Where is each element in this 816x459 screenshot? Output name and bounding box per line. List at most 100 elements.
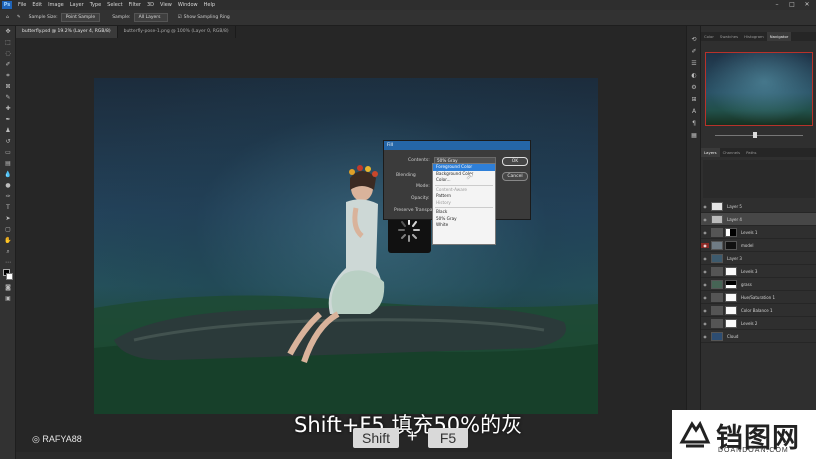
layer-row[interactable]: ◉ Levels 2: [701, 317, 816, 330]
tab-color[interactable]: Color: [701, 32, 717, 41]
menu-select[interactable]: Select: [107, 2, 122, 8]
history-icon[interactable]: ⟲: [687, 34, 701, 46]
eye-icon[interactable]: ◉: [701, 230, 709, 235]
ok-button[interactable]: OK: [502, 157, 528, 166]
sample-dropdown[interactable]: All Layers: [133, 13, 168, 22]
eye-icon[interactable]: ◉: [701, 217, 709, 222]
gradient-tool-icon[interactable]: ▤: [0, 158, 16, 169]
sample-size-dropdown[interactable]: Point Sample: [60, 13, 101, 22]
layers-controls[interactable]: [703, 160, 815, 198]
tab-butterfly-psd[interactable]: butterfly.psd @ 19.2% (Layer 4, RGB/8): [16, 26, 118, 38]
rectangle-tool-icon[interactable]: ▢: [0, 224, 16, 235]
eyedropper-tool-icon[interactable]: ✎: [17, 15, 21, 20]
show-ring-checkbox[interactable]: ☑: [178, 15, 182, 20]
layer-row[interactable]: ◉ Layer 5: [701, 200, 816, 213]
panel-icon-strip: ⟲ ✐ ☰ ◐ ⚙ ⊞ A ¶ ▦: [686, 26, 700, 459]
eye-icon[interactable]: ◉: [701, 334, 709, 339]
tab-histogram[interactable]: Histogram: [741, 32, 767, 41]
move-tool-icon[interactable]: ✥: [0, 26, 16, 37]
eye-icon[interactable]: ◉: [701, 282, 709, 287]
tab-paths[interactable]: Paths: [743, 148, 759, 157]
eye-icon[interactable]: ◉: [701, 295, 709, 300]
close-icon[interactable]: ✕: [800, 0, 814, 10]
layer-row[interactable]: ◉ Color Balance 1: [701, 304, 816, 317]
document-image[interactable]: [94, 78, 598, 414]
tab-layers[interactable]: Layers: [701, 148, 720, 157]
styles-icon[interactable]: ⚙: [687, 82, 701, 94]
menu-window[interactable]: Window: [178, 2, 198, 8]
plus-sign: +: [407, 426, 418, 446]
swatches-icon[interactable]: ▦: [687, 130, 701, 142]
crop-tool-icon[interactable]: ⌗: [0, 70, 16, 81]
screen-mode-icon[interactable]: ▣: [0, 293, 16, 304]
layer-row[interactable]: ◉ Layer 3: [701, 252, 816, 265]
layer-row[interactable]: ◉ model: [701, 239, 816, 252]
properties-icon[interactable]: ☰: [687, 58, 701, 70]
layer-mask: [725, 305, 737, 315]
zoom-tool-icon[interactable]: ⌕: [0, 246, 16, 257]
menu-file[interactable]: File: [18, 2, 26, 8]
frame-tool-icon[interactable]: ⊠: [0, 81, 16, 92]
clone-stamp-icon[interactable]: ♟: [0, 125, 16, 136]
healing-brush-icon[interactable]: ✚: [0, 103, 16, 114]
navigator-thumbnail[interactable]: [705, 52, 813, 126]
layer-row[interactable]: ◉ Cloud: [701, 330, 816, 343]
status-bar: [16, 452, 686, 459]
menu-filter[interactable]: Filter: [129, 2, 141, 8]
blur-tool-icon[interactable]: 💧: [0, 169, 16, 180]
quick-mask-icon[interactable]: ◙: [0, 282, 16, 293]
brush-tool-icon[interactable]: ✒: [0, 114, 16, 125]
pen-tool-icon[interactable]: ✑: [0, 191, 16, 202]
eyedropper-icon[interactable]: ✎: [0, 92, 16, 103]
more-tools-icon[interactable]: ⋯: [0, 257, 16, 268]
tab-butterfly-pose[interactable]: butterfly-pose-1.png @ 100% (Layer 0, RG…: [118, 26, 236, 38]
paragraph-icon[interactable]: ¶: [687, 118, 701, 130]
tab-channels[interactable]: Channels: [720, 148, 744, 157]
layer-row[interactable]: ◉ Layer 4: [701, 213, 816, 226]
menu-3d[interactable]: 3D: [147, 2, 154, 8]
menu-image[interactable]: Image: [48, 2, 64, 8]
layer-row[interactable]: ◉ Levels 1: [701, 226, 816, 239]
dodge-tool-icon[interactable]: ●: [0, 180, 16, 191]
history-brush-icon[interactable]: ↺: [0, 136, 16, 147]
menu-help[interactable]: Help: [204, 2, 215, 8]
layer-mask: [725, 266, 737, 276]
tab-swatches[interactable]: Swatches: [717, 32, 741, 41]
menu-view[interactable]: View: [160, 2, 172, 8]
minimize-icon[interactable]: –: [770, 0, 784, 10]
eye-icon[interactable]: ◉: [701, 269, 709, 274]
lasso-tool-icon[interactable]: ◌: [0, 48, 16, 59]
tab-navigator[interactable]: Navigator: [766, 32, 792, 41]
layer-row[interactable]: ◉ Hue/Saturation 1: [701, 291, 816, 304]
path-select-icon[interactable]: ➤: [0, 213, 16, 224]
option-history[interactable]: History: [433, 200, 495, 207]
adjustments-icon[interactable]: ◐: [687, 70, 701, 82]
hand-tool-icon[interactable]: ✋: [0, 235, 16, 246]
option-white[interactable]: White: [433, 222, 495, 229]
cancel-button[interactable]: Cancel: [502, 172, 528, 181]
layer-row[interactable]: ◉ grass: [701, 278, 816, 291]
menu-layer[interactable]: Layer: [70, 2, 84, 8]
brush-settings-icon[interactable]: ✐: [687, 46, 701, 58]
marquee-tool-icon[interactable]: ⬚: [0, 37, 16, 48]
eraser-tool-icon[interactable]: ▭: [0, 147, 16, 158]
eye-icon[interactable]: ◉: [701, 242, 709, 248]
quick-select-tool-icon[interactable]: ✐: [0, 59, 16, 70]
character-icon[interactable]: A: [687, 106, 701, 118]
menu-type[interactable]: Type: [90, 2, 101, 8]
type-tool-icon[interactable]: T: [0, 202, 16, 213]
home-icon[interactable]: ⌂: [6, 15, 9, 20]
eye-icon[interactable]: ◉: [701, 308, 709, 313]
layer-row[interactable]: ◉ Levels 3: [701, 265, 816, 278]
maximize-icon[interactable]: □: [785, 0, 799, 10]
zoom-slider[interactable]: [705, 132, 813, 138]
libraries-icon[interactable]: ⊞: [687, 94, 701, 106]
eye-icon[interactable]: ◉: [701, 256, 709, 261]
eye-icon[interactable]: ◉: [701, 321, 709, 326]
layer-name: Levels 3: [741, 268, 758, 274]
option-color[interactable]: Color...: [433, 177, 495, 184]
eye-icon[interactable]: ◉: [701, 204, 709, 209]
menu-edit[interactable]: Edit: [32, 2, 42, 8]
color-swatches-icon[interactable]: [0, 268, 16, 282]
opacity-label: Opacity:: [411, 196, 430, 201]
